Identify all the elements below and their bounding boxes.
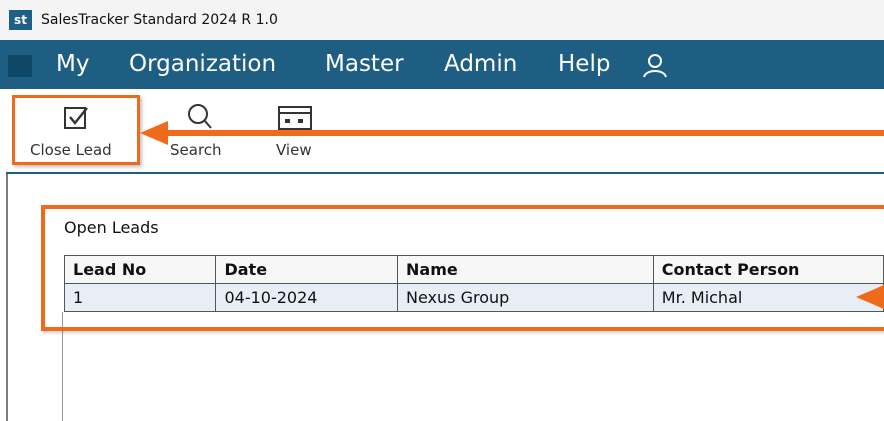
close-lead-highlight [12, 95, 140, 165]
user-icon[interactable] [640, 50, 670, 80]
pointer-arrow-close-lead-icon [140, 121, 884, 145]
menu-item-organization[interactable]: Organization [129, 49, 276, 79]
app-logo-icon: st [9, 10, 32, 30]
pointer-arrow-row-icon [856, 285, 884, 309]
open-leads-highlight [41, 205, 884, 331]
menu-item-help[interactable]: Help [558, 49, 610, 79]
toolbar-divider [6, 172, 884, 174]
menu-item-my[interactable]: My [56, 49, 89, 79]
window-title: SalesTracker Standard 2024 R 1.0 [41, 12, 278, 28]
title-bar: st SalesTracker Standard 2024 R 1.0 [0, 0, 884, 40]
menu-item-admin[interactable]: Admin [444, 49, 517, 79]
menu-square-icon [8, 55, 32, 77]
left-frame [6, 174, 8, 421]
menu-item-master[interactable]: Master [325, 49, 404, 79]
